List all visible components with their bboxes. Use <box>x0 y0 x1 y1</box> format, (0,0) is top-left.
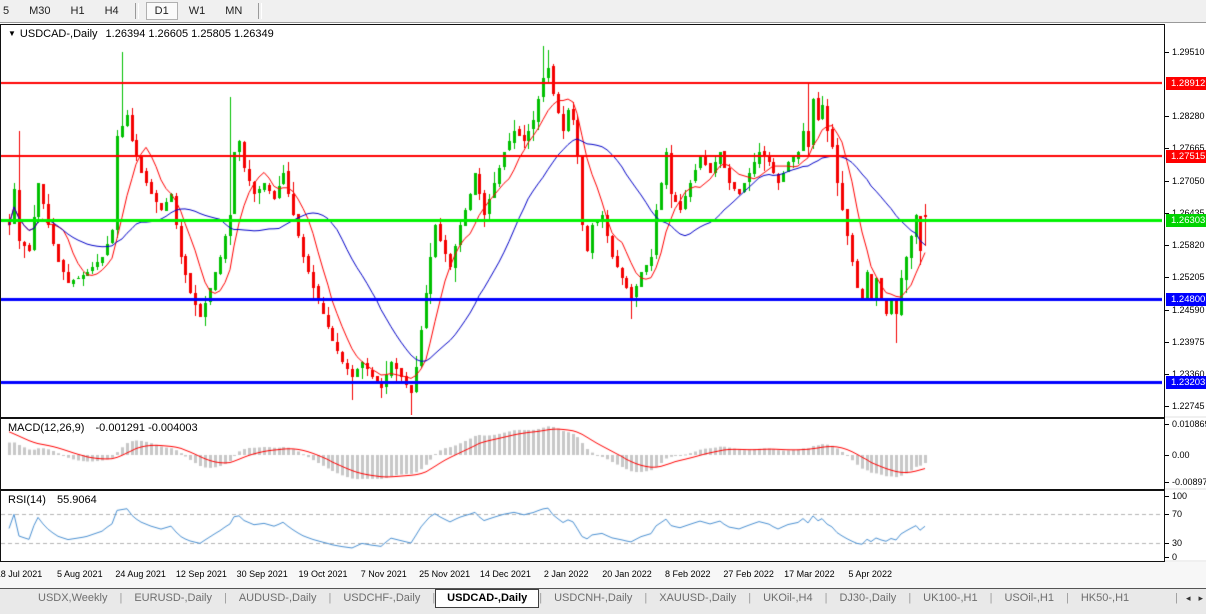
timeframe-toolbar: 5 M30 H1 H4 D1 W1 MN <box>0 0 1206 23</box>
price-tick-mark <box>1165 148 1169 149</box>
rsi-tick-label: 30 <box>1172 538 1183 548</box>
price-tick-mark <box>1165 342 1169 343</box>
macd-tick-mark <box>1165 424 1169 425</box>
macd-tick-label: 0.00 <box>1172 450 1190 460</box>
price-line-badge: 1.27515 <box>1166 150 1206 163</box>
tab-hk50-h1[interactable]: HK50-,H1 <box>1069 589 1141 608</box>
price-tick-label: 1.24590 <box>1172 305 1205 315</box>
rsi-tick-mark <box>1165 557 1169 558</box>
price-tick-mark <box>1165 181 1169 182</box>
tab-ukoil-h4[interactable]: UKOil-,H4 <box>751 589 825 608</box>
rsi-tick-mark <box>1165 543 1169 544</box>
tab-scroll-left-button[interactable]: ◂ <box>1186 593 1191 604</box>
rsi-panel: RSI(14) 55.9064 <box>0 490 1165 562</box>
price-tick-label: 1.22745 <box>1172 401 1205 411</box>
price-tick-mark <box>1165 116 1169 117</box>
price-tick-mark <box>1165 406 1169 407</box>
price-line-badge: 1.26303 <box>1166 214 1206 227</box>
price-axis: 1.29510 1.28280 1.27665 1.27050 1.26435 1.258… <box>1165 24 1206 416</box>
macd-values: -0.001291 -0.004003 <box>95 422 198 434</box>
macd-title: MACD(12,26,9) -0.001291 -0.004003 <box>8 422 198 434</box>
date-axis-label: 8 Feb 2022 <box>665 569 711 579</box>
date-axis-label: 12 Sep 2021 <box>175 569 227 579</box>
toolbar-separator <box>134 3 139 19</box>
timeframe-mn-button[interactable]: MN <box>216 2 251 20</box>
price-tick-label: 1.29510 <box>1172 47 1205 57</box>
macd-panel: MACD(12,26,9) -0.001291 -0.004003 <box>0 418 1165 490</box>
date-axis-label: 14 Dec 2021 <box>479 569 531 579</box>
tab-eurusd-daily[interactable]: EURUSD-,Daily <box>122 589 224 608</box>
price-line-badge: 1.24800 <box>1166 293 1206 306</box>
price-tick-mark <box>1165 310 1169 311</box>
timeframe-h1-button[interactable]: H1 <box>62 2 94 20</box>
timeframe-d1-button[interactable]: D1 <box>145 2 178 20</box>
date-axis-label: 24 Aug 2021 <box>115 569 166 579</box>
date-axis-label: 25 Nov 2021 <box>419 569 471 579</box>
tab-usdcad-daily[interactable]: USDCAD-,Daily <box>435 589 540 608</box>
macd-tick-mark <box>1165 455 1169 456</box>
rsi-value: 55.9064 <box>56 494 97 506</box>
price-tick-label: 1.25820 <box>1172 240 1205 250</box>
rsi-tick-mark <box>1165 496 1169 497</box>
price-tick-label: 1.28280 <box>1172 111 1205 121</box>
toolbar-separator <box>258 3 263 19</box>
price-tick-label: 1.25205 <box>1172 272 1205 282</box>
timeframe-h4-button[interactable]: H4 <box>96 2 128 20</box>
tab-uk100-h1[interactable]: UK100-,H1 <box>911 589 989 608</box>
trading-app-window: 5 M30 H1 H4 D1 W1 MN ▼ USDCAD-,Daily 1.26394 1.2… <box>0 0 1206 614</box>
rsi-title: RSI(14) 55.9064 <box>8 494 97 506</box>
chart-title: ▼ USDCAD-,Daily 1.26394 1.26605 1.25805 1.… <box>8 28 274 40</box>
rsi-tick-label: 100 <box>1172 491 1188 501</box>
date-axis-label: 7 Nov 2021 <box>360 569 407 579</box>
price-line-badge: 1.23203 <box>1166 376 1206 389</box>
price-tick-mark <box>1165 52 1169 53</box>
date-axis-label: 5 Apr 2022 <box>848 569 892 579</box>
price-tick-mark <box>1165 374 1169 375</box>
tab-audusd-daily[interactable]: AUDUSD-,Daily <box>227 589 329 608</box>
chart-dropdown-icon[interactable]: ▼ <box>8 29 16 38</box>
chart-ohlc-values: 1.26394 1.26605 1.25805 1.26349 <box>105 28 274 40</box>
macd-axis: 0.010869 0.00 -0.008974 <box>1165 418 1206 488</box>
date-axis: 18 Jul 2021 5 Aug 2021 24 Aug 2021 12 Sep 2… <box>0 562 1206 588</box>
date-axis-label: 2 Jan 2022 <box>543 569 589 579</box>
tab-separator: | <box>1175 592 1178 604</box>
price-tick-label: 1.27050 <box>1172 176 1205 186</box>
chart-symbol-label: USDCAD-,Daily <box>19 28 98 40</box>
main-chart-panel: ▼ USDCAD-,Daily 1.26394 1.26605 1.25805 1.… <box>0 24 1165 418</box>
price-tick-mark <box>1165 277 1169 278</box>
price-tick-mark <box>1165 245 1169 246</box>
tab-dj30-daily[interactable]: DJ30-,Daily <box>827 589 908 608</box>
date-axis-label: 18 Jul 2021 <box>0 569 43 579</box>
date-axis-label: 17 Mar 2022 <box>784 569 835 579</box>
rsi-canvas[interactable] <box>1 491 1162 559</box>
rsi-tick-label: 70 <box>1172 509 1183 519</box>
tab-xauusd-daily[interactable]: XAUUSD-,Daily <box>647 589 748 608</box>
tab-usdchf-daily[interactable]: USDCHF-,Daily <box>331 589 432 608</box>
date-axis-label: 30 Sep 2021 <box>236 569 288 579</box>
timeframe-m30-button[interactable]: M30 <box>20 2 59 20</box>
macd-tick-label: 0.010869 <box>1172 419 1206 429</box>
rsi-tick-mark <box>1165 514 1169 515</box>
price-line-badge: 1.28912 <box>1166 77 1206 90</box>
rsi-tick-label: 0 <box>1172 552 1178 562</box>
tab-usdx-weekly[interactable]: USDX,Weekly <box>26 589 119 608</box>
macd-label: MACD(12,26,9) <box>8 422 85 434</box>
chart-tab-bar: USDX,Weekly | EURUSD-,Daily | AUDUSD-,Daily |… <box>0 588 1206 614</box>
price-tick-label: 1.23975 <box>1172 337 1205 347</box>
rsi-axis: 100 70 30 0 <box>1165 490 1206 562</box>
macd-tick-label: -0.008974 <box>1172 477 1206 487</box>
tab-usdcnh-daily[interactable]: USDCNH-,Daily <box>542 589 644 608</box>
date-axis-label: 5 Aug 2021 <box>57 569 103 579</box>
tab-scroll-arrows: | ◂ ▸ <box>1175 592 1203 604</box>
timeframe-m5-button[interactable]: 5 <box>0 2 18 20</box>
macd-tick-mark <box>1165 482 1169 483</box>
main-chart-canvas[interactable] <box>1 25 1162 415</box>
date-axis-label: 20 Jan 2022 <box>602 569 652 579</box>
rsi-label: RSI(14) <box>8 494 46 506</box>
date-axis-label: 19 Oct 2021 <box>298 569 348 579</box>
tab-scroll-right-button[interactable]: ▸ <box>1198 593 1203 604</box>
date-axis-label: 27 Feb 2022 <box>723 569 774 579</box>
tab-usoil-h1[interactable]: USOil-,H1 <box>992 589 1066 608</box>
timeframe-w1-button[interactable]: W1 <box>180 2 215 20</box>
